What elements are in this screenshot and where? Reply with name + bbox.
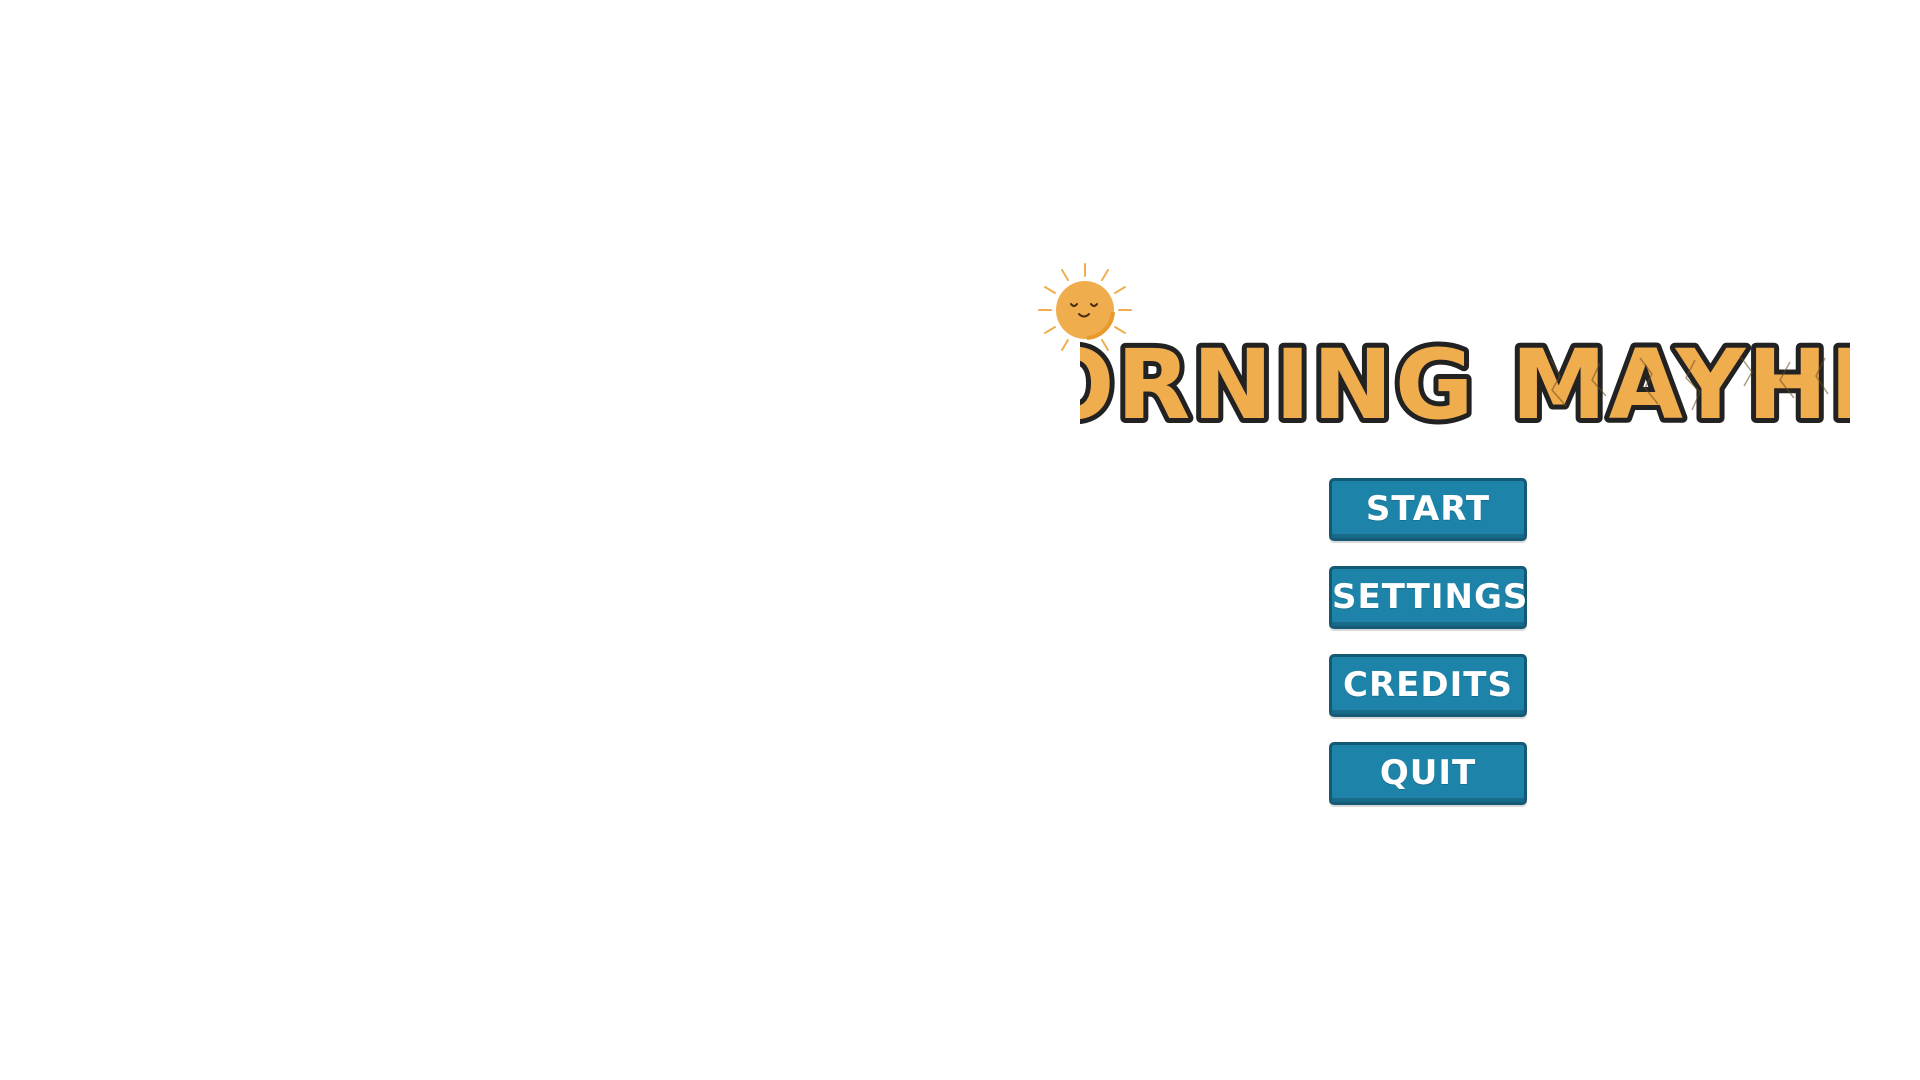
game-title-logo: MORNING MAYHEM <box>1080 324 1850 446</box>
settings-button[interactable]: SETTINGS <box>1329 566 1527 629</box>
game-title: MORNING MAYHEM <box>1080 329 1850 441</box>
main-menu: START SETTINGS CREDITS QUIT <box>1329 478 1527 830</box>
credits-button[interactable]: CREDITS <box>1329 654 1527 717</box>
quit-button[interactable]: QUIT <box>1329 742 1527 805</box>
start-button[interactable]: START <box>1329 478 1527 541</box>
main-menu-screen: MORNING MAYHEM START SETTINGS CREDITS QU… <box>0 0 1920 1080</box>
